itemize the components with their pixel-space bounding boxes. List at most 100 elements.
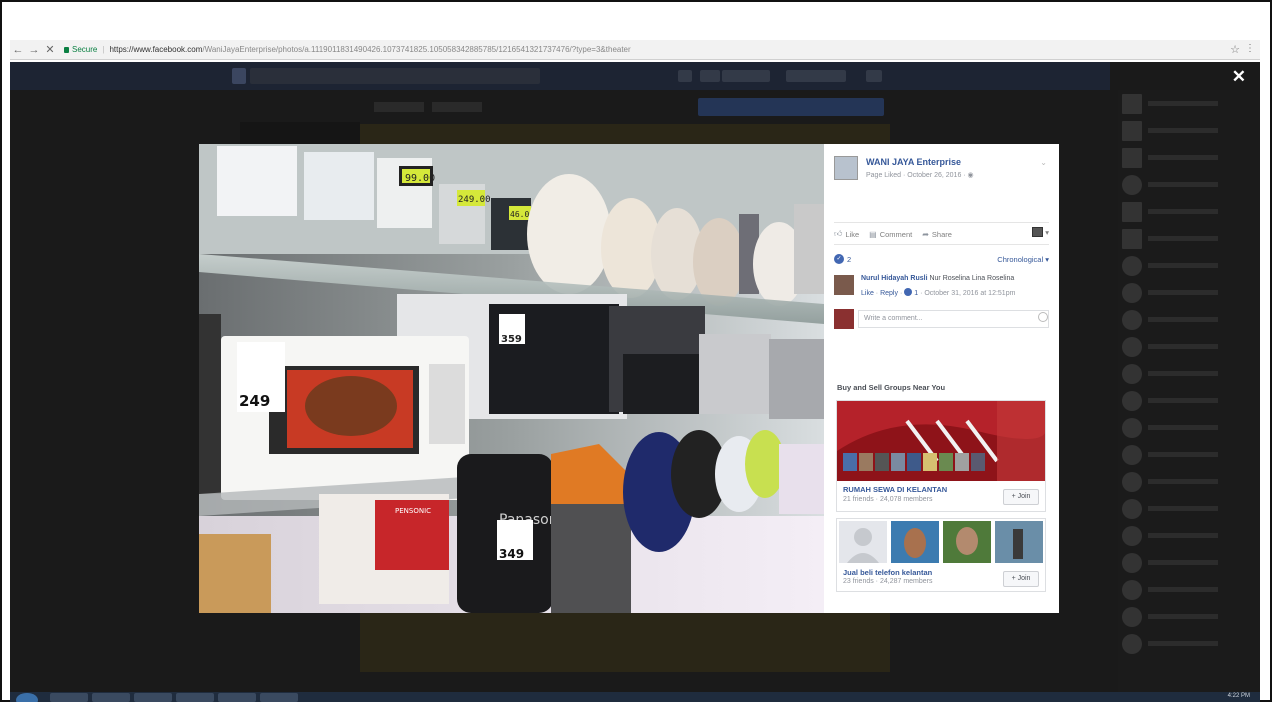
os-taskbar: 4:22 PM: [10, 692, 1260, 702]
chat-contact[interactable]: [1118, 549, 1260, 576]
stop-button[interactable]: ✕: [42, 43, 58, 56]
chat-contact[interactable]: [1118, 252, 1260, 279]
background-thumbnails: [360, 124, 890, 144]
post-as-selector[interactable]: ▾: [1032, 227, 1049, 237]
post-timestamp: Page Liked · October 26, 2016 · ◉: [866, 172, 974, 179]
address-bar[interactable]: https://www.facebook.com/WaniJayaEnterpr…: [109, 45, 630, 54]
sidebar-item: [1118, 117, 1260, 144]
post-actions: 👍︎ Like ▤ Comment ➦ Share ▾: [834, 226, 1049, 242]
comment-button[interactable]: ▤ Comment: [869, 230, 912, 239]
url-host: https://www.facebook.com: [109, 45, 203, 54]
comment-composer: Write a comment...: [834, 309, 1049, 331]
home-link[interactable]: [722, 70, 770, 82]
background-page-tabs: [370, 98, 540, 135]
divider: [834, 244, 1049, 245]
comment-timestamp[interactable]: October 31, 2016 at 12:51pm: [924, 290, 1015, 297]
like-button[interactable]: 👍︎ Like: [834, 229, 859, 239]
group-card[interactable]: Jual beli telefon kelantan 23 friends · …: [836, 518, 1046, 592]
facebook-top-bar: [10, 62, 1110, 90]
price-tag-359: 359: [501, 334, 522, 345]
settings-icon[interactable]: [866, 70, 882, 82]
comment-like-count[interactable]: 1: [914, 290, 918, 297]
taskbar-app-folder[interactable]: [50, 693, 88, 702]
notification-icons[interactable]: [786, 70, 846, 82]
screenshot-frame: ← → ✕ Secure | https://www.facebook.com/…: [0, 0, 1272, 702]
taskbar-app-word[interactable]: [218, 693, 256, 702]
browser-menu-icon[interactable]: ⋮: [1245, 43, 1255, 54]
profile-avatar[interactable]: [678, 70, 692, 82]
chat-contact[interactable]: [1118, 495, 1260, 522]
chat-contact[interactable]: [1118, 333, 1260, 360]
comment-item: Nurul Hidayah Rusli Nur Roselina Lina Ro…: [834, 275, 1049, 301]
share-button[interactable]: ➦ Share: [922, 230, 952, 239]
camera-icon[interactable]: [1038, 312, 1048, 322]
close-viewer-icon[interactable]: ✕: [1232, 67, 1246, 87]
chat-contact[interactable]: [1118, 414, 1260, 441]
chat-contact[interactable]: [1118, 360, 1260, 387]
system-clock[interactable]: 4:22 PM: [1228, 693, 1250, 699]
chat-contact[interactable]: [1118, 441, 1260, 468]
share-icon: ➦: [922, 229, 929, 239]
chevron-down-icon[interactable]: ⌄: [1040, 158, 1047, 167]
chat-contact[interactable]: [1118, 306, 1260, 333]
reaction-summary: ✓ 2 Chronological ▾: [834, 253, 1049, 265]
store-photo[interactable]: 99.00 249.00 46.00 359 249 PENSONIC Pana…: [199, 144, 824, 613]
group-member-photos: [839, 521, 1043, 563]
sidebar-item: [1118, 171, 1260, 198]
chat-contact[interactable]: [1118, 279, 1260, 306]
facebook-logo-icon: [232, 68, 246, 84]
chat-contact[interactable]: [1118, 468, 1260, 495]
browser-toolbar: ← → ✕ Secure | https://www.facebook.com/…: [10, 40, 1260, 60]
chat-contact[interactable]: [1118, 576, 1260, 603]
like-count-icon: [904, 288, 913, 296]
page-avatar[interactable]: [834, 156, 858, 180]
secure-label: Secure: [72, 45, 98, 54]
group-name-link[interactable]: RUMAH SEWA DI KELANTAN: [843, 485, 947, 494]
chat-contact[interactable]: [1118, 603, 1260, 630]
url-path: /WaniJayaEnterprise/photos/a.11190118314…: [202, 45, 631, 54]
join-group-button[interactable]: + Join: [1003, 571, 1039, 587]
price-tag-249-top: 249.00: [458, 195, 491, 205]
store-shelf-image: 99.00 249.00 46.00 359 249 PENSONIC Pana…: [199, 144, 824, 613]
taskbar-app-chrome[interactable]: [176, 693, 214, 702]
start-button[interactable]: [16, 693, 38, 702]
chat-contact[interactable]: [1118, 387, 1260, 414]
chat-contact[interactable]: [1118, 630, 1260, 657]
profile-name[interactable]: [700, 70, 720, 82]
commenter-avatar[interactable]: [834, 275, 854, 295]
post-header: WANI JAYA Enterprise Page Liked · Octobe…: [834, 156, 1049, 186]
group-name-link[interactable]: Jual beli telefon kelantan: [843, 568, 932, 577]
sidebar-item: [1118, 225, 1260, 252]
share-label: Share: [931, 229, 952, 239]
join-group-button[interactable]: + Join: [1003, 489, 1039, 505]
page-name-link[interactable]: WANI JAYA Enterprise: [866, 157, 961, 167]
taskbar-app-media[interactable]: [92, 693, 130, 702]
group-card[interactable]: RUMAH SEWA DI KELANTAN 21 friends · 24,0…: [836, 400, 1046, 512]
sidebar-item: [1118, 144, 1260, 171]
groups-heading: Buy and Sell Groups Near You: [837, 383, 946, 392]
background-send-message-button: [698, 98, 884, 116]
chat-contact[interactable]: [1118, 522, 1260, 549]
comment-icon: ▤: [869, 229, 877, 239]
comment-sort-dropdown[interactable]: Chronological ▾: [997, 255, 1049, 264]
group-photo-strip: [839, 521, 1043, 563]
reaction-count[interactable]: 2: [847, 255, 851, 264]
price-tag-99: 99.00: [405, 173, 435, 184]
comment-text: Nur Roselina Lina Roselina: [929, 275, 1015, 282]
comment-reply-link[interactable]: Reply: [880, 290, 898, 297]
price-tag-249: 249: [239, 392, 270, 410]
back-button[interactable]: ←: [10, 44, 26, 56]
group-cover-image: [837, 401, 1045, 481]
price-tag-349: 349: [499, 547, 524, 561]
bookmark-star-icon[interactable]: ☆: [1230, 43, 1240, 56]
comment-like-link[interactable]: Like: [861, 290, 874, 297]
chat-sidebar: [1118, 90, 1260, 692]
url-separator: |: [102, 45, 105, 54]
secure-indicator[interactable]: Secure: [64, 45, 97, 54]
forward-button[interactable]: →: [26, 44, 42, 56]
taskbar-app-browser[interactable]: [134, 693, 172, 702]
comment-input[interactable]: Write a comment...: [858, 310, 1049, 328]
taskbar-app-explorer[interactable]: [260, 693, 298, 702]
comment-author-link[interactable]: Nurul Hidayah Rusli: [861, 275, 928, 282]
facebook-search-input[interactable]: [250, 68, 540, 84]
